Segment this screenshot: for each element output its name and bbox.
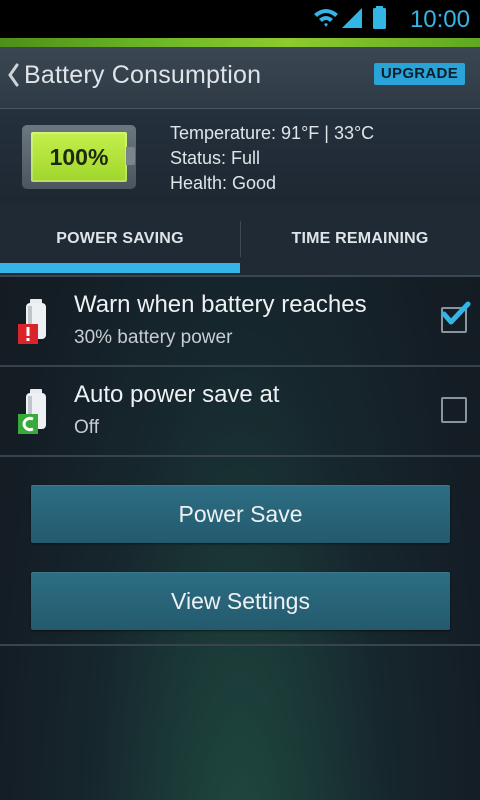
accent-strip [0,38,480,47]
power-save-button[interactable]: Power Save [31,485,450,543]
status-text: Status: Full [170,148,261,168]
health-text: Health: Good [170,173,277,193]
battery-warning-icon [18,299,46,344]
setting-subtitle: Off [74,417,99,438]
auto-power-save-checkbox[interactable] [441,397,467,423]
app-header: Battery Consumption UPGRADE [0,47,480,109]
temperature-text: Temperature: 91°F | 33°C [170,123,375,143]
setting-subtitle: 30% battery power [74,327,233,348]
checkmark-icon [441,301,471,325]
tab-time-remaining[interactable]: TIME REMAINING [240,203,480,275]
status-bar: 10:00 [0,0,480,38]
battery-icon [373,6,386,29]
upgrade-button[interactable]: UPGRADE [373,63,465,85]
setting-warn-battery[interactable]: Warn when battery reaches 30% battery po… [0,275,480,367]
back-chevron-icon[interactable] [6,60,20,90]
status-time: 10:00 [409,6,470,33]
battery-info: Temperature: 91°F | 33°C Status: Full He… [170,121,374,196]
battery-percent: 100% [49,144,109,170]
wifi-icon [314,9,338,27]
section-divider [0,644,480,646]
page-title[interactable]: Battery Consumption [24,61,261,90]
signal-icon [342,8,362,28]
status-icons [314,6,386,29]
view-settings-button[interactable]: View Settings [31,572,450,630]
setting-title: Warn when battery reaches [74,291,367,318]
setting-title: Auto power save at [74,381,280,408]
tab-selected-indicator [0,263,240,273]
battery-auto-icon [18,389,46,434]
setting-auto-power-save[interactable]: Auto power save at Off [0,365,480,457]
battery-status-panel: 100% Temperature: 91°F | 33°C Status: Fu… [0,109,480,203]
